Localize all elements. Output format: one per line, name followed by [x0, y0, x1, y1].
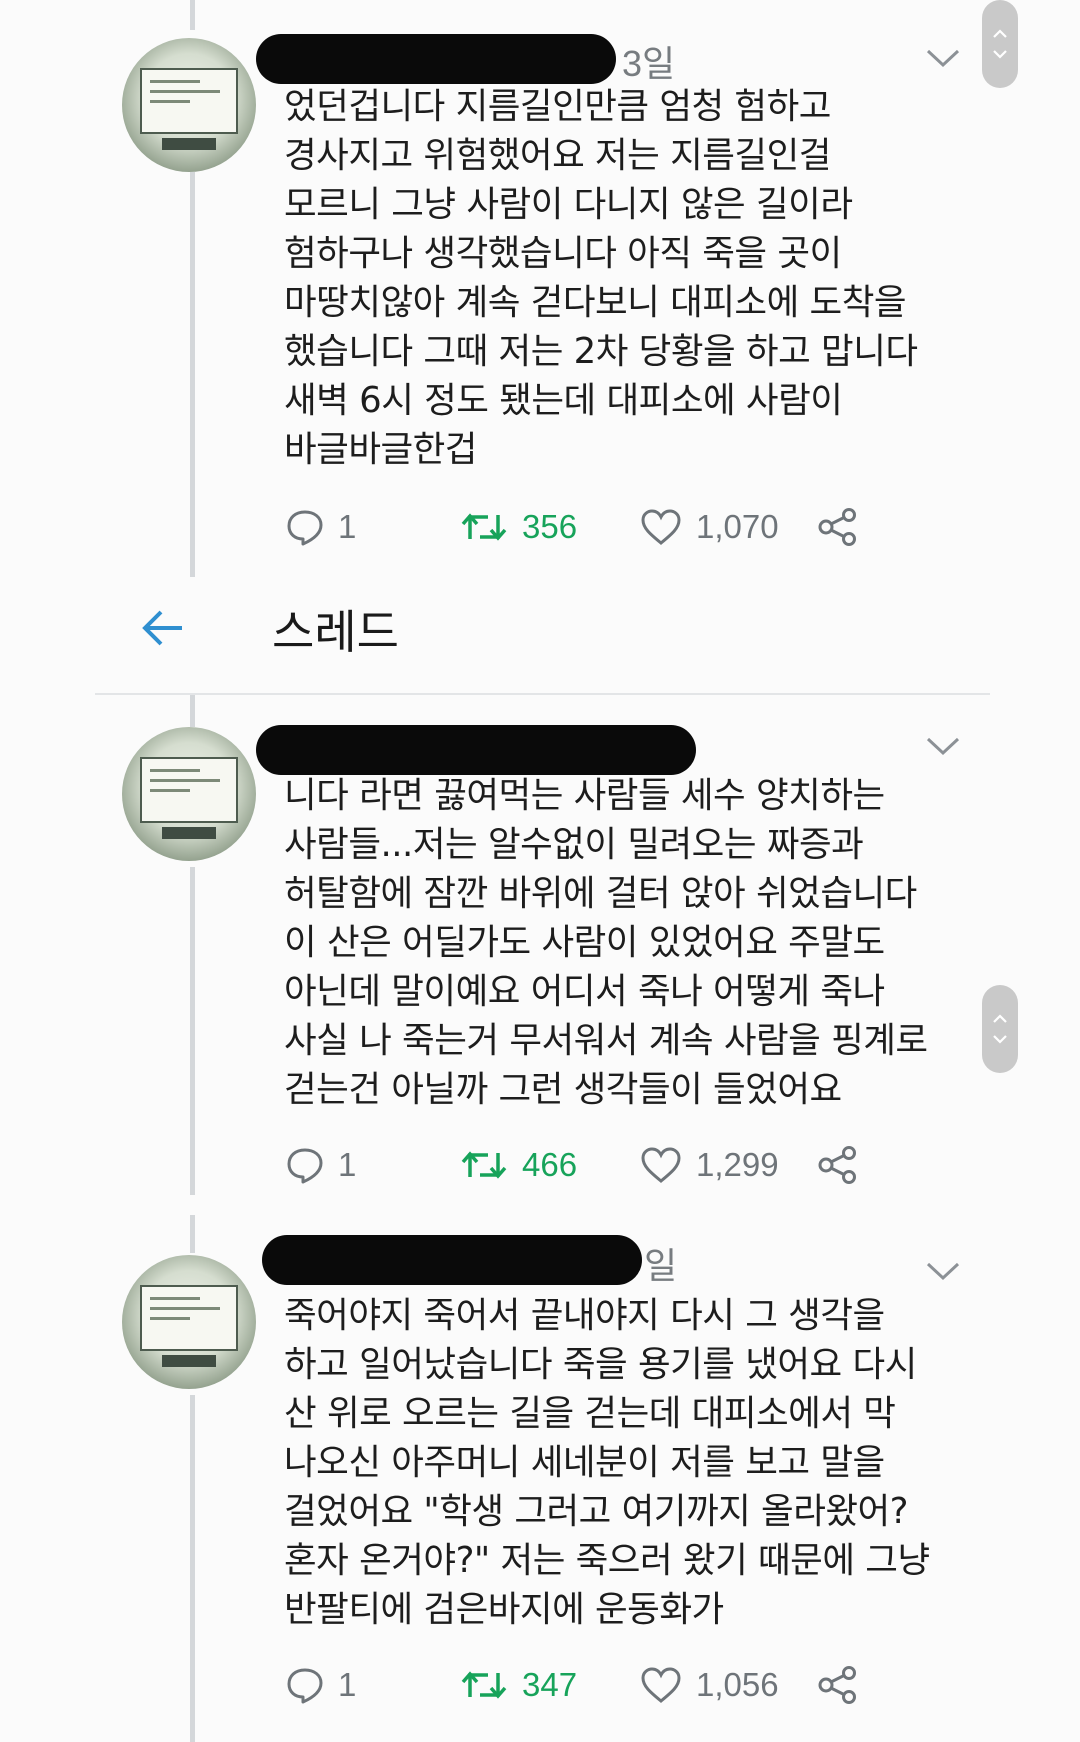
chevron-down-icon: [993, 1035, 1007, 1044]
thread-line: [190, 1215, 195, 1253]
like-count: 1,070: [696, 508, 779, 545]
retweet-count: 466: [522, 1146, 578, 1183]
avatar[interactable]: [122, 727, 256, 861]
tweet-3[interactable]: 일 죽어야지 죽어서 끝내야지 다시 그 생각을 하고 일어났습니다 죽을 용기…: [0, 1215, 1080, 1742]
retweet-button[interactable]: 356: [460, 502, 577, 552]
avatar[interactable]: [122, 1255, 256, 1389]
redacted-username: [256, 34, 616, 84]
chevron-down-icon[interactable]: [925, 1260, 961, 1282]
heart-icon: [641, 1147, 681, 1183]
retweet-count: 356: [522, 508, 578, 545]
chevron-up-icon: [993, 29, 1007, 38]
reply-button[interactable]: 1: [286, 1140, 356, 1190]
thread-line: [190, 695, 195, 727]
retweet-count: 347: [522, 1666, 578, 1703]
like-button[interactable]: 1,070: [640, 502, 779, 552]
avatar[interactable]: [122, 38, 256, 172]
tweet-timestamp: 일: [644, 1245, 678, 1286]
chevron-down-icon[interactable]: [925, 47, 961, 69]
retweet-button[interactable]: 347: [460, 1660, 577, 1710]
tweet-2[interactable]: 니다 라면 끓여먹는 사람들 세수 양치하는 사람들...저는 알수없이 밀려오…: [0, 695, 1080, 1215]
reply-button[interactable]: 1: [286, 1660, 356, 1710]
tweet-text: 죽어야지 죽어서 끝내야지 다시 그 생각을 하고 일어났습니다 죽을 용기를 …: [284, 1295, 930, 1630]
tweet-1[interactable]: 3일 었던겁니다 지름길인만큼 엄청 험하고 경사지고 위험했어요 저는 지름길…: [0, 0, 1080, 590]
chevron-down-icon: [993, 50, 1007, 59]
tweet-actions: 1 356 1,070: [284, 502, 904, 552]
thread-line: [190, 1395, 195, 1742]
tweet-timestamp: 3일: [622, 43, 676, 84]
tweet-actions: 1 347 1,056: [284, 1660, 904, 1710]
scroll-button[interactable]: [982, 985, 1018, 1073]
page-title: 스레드: [272, 605, 399, 659]
retweet-icon: [461, 513, 507, 541]
share-icon[interactable]: [818, 508, 858, 546]
redacted-username: [256, 725, 696, 775]
like-button[interactable]: 1,056: [640, 1660, 779, 1710]
thread-header: 스레드: [0, 590, 1080, 670]
arrow-left-icon[interactable]: [140, 608, 184, 648]
tweet-text: 었던겁니다 지름길인만큼 엄청 험하고 경사지고 위험했어요 저는 지름길인걸 …: [284, 86, 918, 470]
thread-line: [190, 172, 195, 577]
share-icon[interactable]: [818, 1666, 858, 1704]
like-count: 1,299: [696, 1146, 779, 1183]
share-icon[interactable]: [818, 1146, 858, 1184]
chevron-up-icon: [993, 1014, 1007, 1023]
tweet-actions: 1 466 1,299: [284, 1140, 904, 1190]
like-button[interactable]: 1,299: [640, 1140, 779, 1190]
thread-line: [190, 0, 195, 30]
reply-button[interactable]: 1: [286, 502, 356, 552]
like-count: 1,056: [696, 1666, 779, 1703]
scroll-button[interactable]: [982, 0, 1018, 88]
reply-count: 1: [338, 508, 357, 545]
tweet-text: 니다 라면 끓여먹는 사람들 세수 양치하는 사람들...저는 알수없이 밀려오…: [284, 775, 928, 1110]
retweet-icon: [461, 1151, 507, 1179]
reply-count: 1: [338, 1146, 357, 1183]
reply-icon: [287, 1668, 323, 1704]
redacted-username: [262, 1235, 642, 1285]
reply-icon: [287, 510, 323, 546]
heart-icon: [641, 509, 681, 545]
retweet-button[interactable]: 466: [460, 1140, 577, 1190]
thread-line: [190, 867, 195, 1195]
heart-icon: [641, 1667, 681, 1703]
retweet-icon: [461, 1671, 507, 1699]
reply-icon: [287, 1148, 323, 1184]
chevron-down-icon[interactable]: [925, 735, 961, 757]
reply-count: 1: [338, 1666, 357, 1703]
